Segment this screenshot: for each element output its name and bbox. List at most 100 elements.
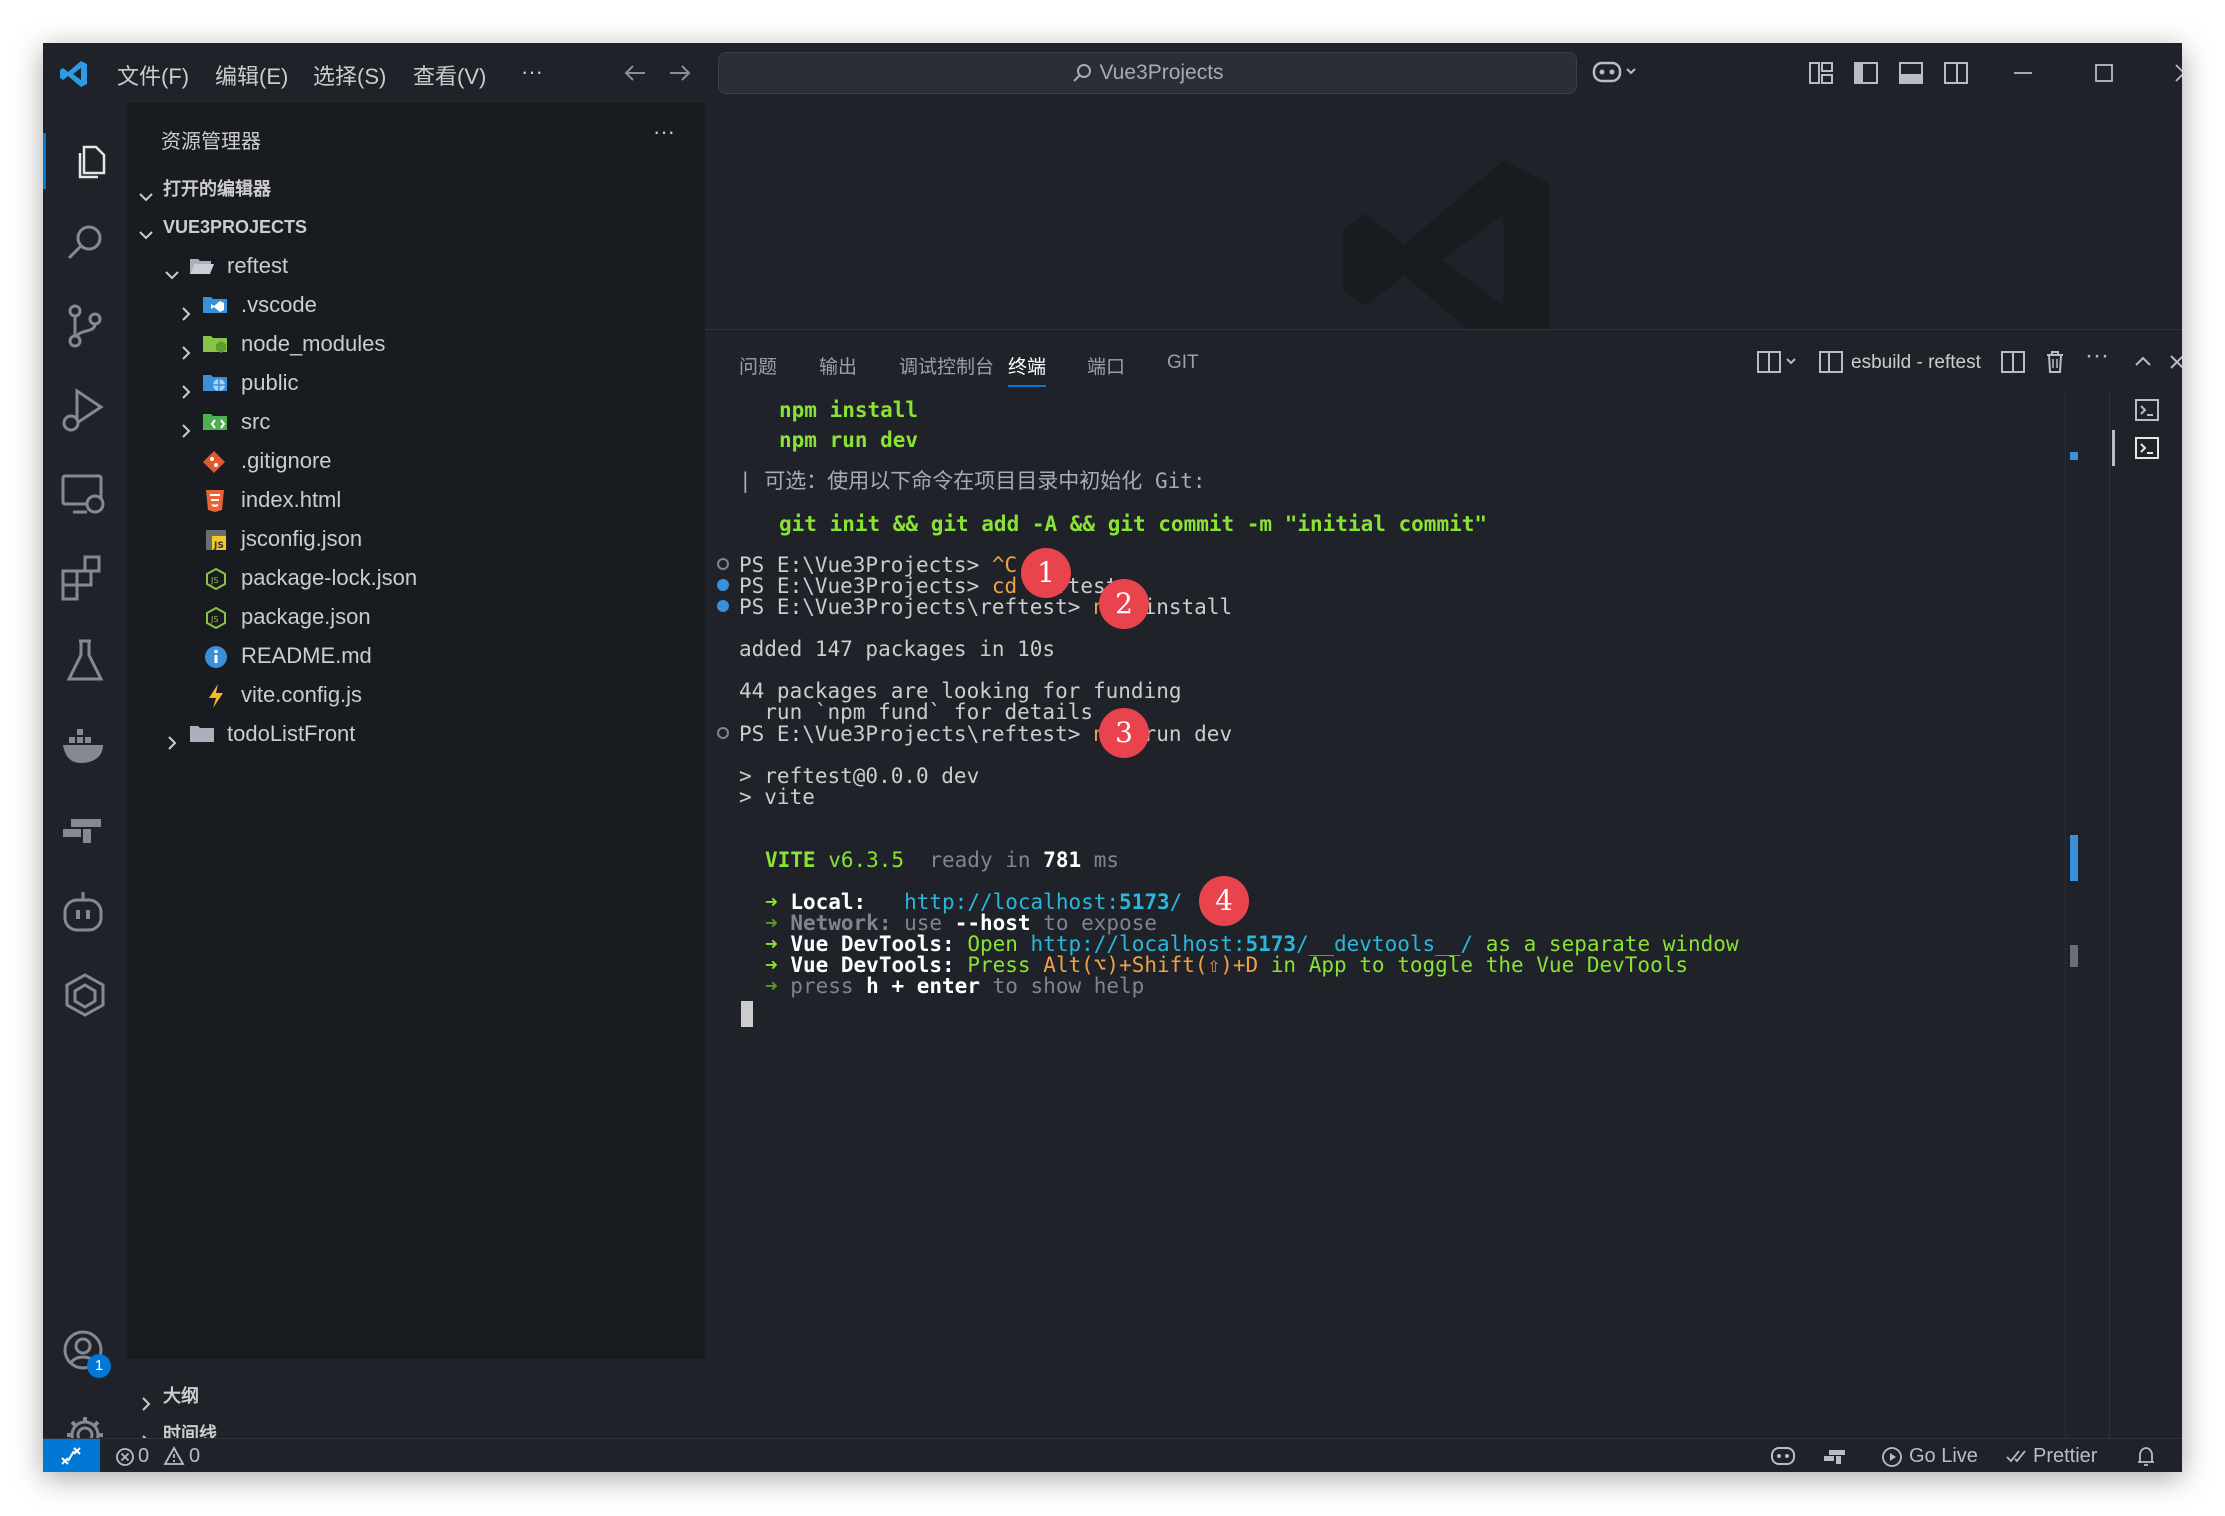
terminal-tab-icon[interactable] bbox=[2133, 396, 2161, 424]
gitlens-status-icon[interactable] bbox=[1821, 1444, 1849, 1468]
terminal-line: added 147 packages in 10s bbox=[739, 634, 1055, 664]
run-debug-icon[interactable] bbox=[57, 383, 113, 439]
folder-icon bbox=[189, 724, 215, 744]
explorer-more-actions[interactable]: ··· bbox=[653, 119, 675, 145]
cmd-text: npm install bbox=[779, 398, 919, 422]
arrow-left-icon[interactable] bbox=[621, 59, 649, 87]
search-icon bbox=[1071, 62, 1093, 84]
tab-debug-console[interactable]: 调试控制台 bbox=[899, 352, 994, 379]
tree-item-gitignore[interactable]: .gitignore bbox=[127, 442, 705, 480]
project-section[interactable]: VUE3PROJECTS bbox=[127, 208, 705, 246]
prettier-button[interactable]: Prettier bbox=[2033, 1445, 2097, 1468]
trash-icon[interactable] bbox=[2041, 348, 2069, 376]
menu-more[interactable]: ··· bbox=[521, 59, 543, 85]
tree-label: src bbox=[241, 409, 271, 434]
tree-item-vite-config[interactable]: vite.config.js bbox=[127, 676, 705, 714]
command-status-dot bbox=[717, 600, 729, 612]
menu-view[interactable]: 查看(V) bbox=[413, 59, 486, 91]
tab-terminal[interactable]: 终端 bbox=[1008, 352, 1047, 387]
warning-icon[interactable] bbox=[163, 1446, 185, 1466]
tab-git[interactable]: GIT bbox=[1167, 352, 1199, 374]
tree-label: package.json bbox=[241, 604, 371, 629]
tree-item-readme[interactable]: README.md bbox=[127, 637, 705, 675]
tree-label: todoListFront bbox=[227, 721, 356, 746]
customize-layout-icon[interactable] bbox=[1807, 59, 1835, 87]
maximize-icon[interactable] bbox=[2090, 59, 2118, 87]
close-window-icon[interactable] bbox=[2170, 59, 2182, 87]
minimize-icon[interactable] bbox=[2009, 59, 2037, 87]
remote-indicator[interactable] bbox=[43, 1439, 100, 1472]
toggle-secondary-sidebar-icon[interactable] bbox=[1942, 59, 1970, 87]
remote-explorer-icon[interactable] bbox=[57, 468, 113, 524]
kubernetes-icon[interactable] bbox=[57, 969, 113, 1025]
terminal-output[interactable]: npm install npm run dev | 可选：使用以下命令在项目目录… bbox=[705, 390, 2090, 1439]
ready-text: ready in bbox=[904, 848, 1044, 872]
terminal-tab-icon[interactable] bbox=[2133, 434, 2161, 462]
maximize-panel-icon[interactable] bbox=[2129, 348, 2157, 376]
terminal-line: PS E:\Vue3Projects\reftest> npm install bbox=[739, 592, 1232, 622]
git-file-icon bbox=[202, 450, 226, 474]
command-status-dot bbox=[717, 727, 729, 739]
tree-label: package-lock.json bbox=[241, 565, 418, 590]
testing-icon[interactable] bbox=[57, 635, 113, 691]
arrow-right-icon[interactable] bbox=[666, 59, 694, 87]
warning-count[interactable]: 0 bbox=[189, 1445, 200, 1468]
terminal-line: npm run dev bbox=[779, 425, 918, 455]
error-count[interactable]: 0 bbox=[138, 1445, 149, 1468]
tab-problems[interactable]: 问题 bbox=[739, 352, 777, 379]
tab-ports[interactable]: 端口 bbox=[1087, 352, 1125, 379]
help-text: press bbox=[777, 974, 867, 998]
copilot-chat-icon[interactable] bbox=[57, 886, 113, 942]
explorer-icon[interactable] bbox=[43, 133, 130, 189]
search-icon[interactable] bbox=[57, 216, 113, 272]
annotation-badge-1: 1 bbox=[1021, 548, 1071, 598]
info-icon bbox=[204, 645, 228, 669]
tree-item-node-modules[interactable]: node_modules bbox=[127, 325, 705, 363]
tree-item-todolistfront[interactable]: todoListFront bbox=[127, 715, 705, 753]
broadcast-icon[interactable] bbox=[1881, 1446, 1903, 1468]
chevron-right-icon bbox=[163, 726, 181, 764]
tree-item-src[interactable]: src bbox=[127, 403, 705, 441]
error-icon[interactable] bbox=[115, 1447, 135, 1467]
tree-item-public[interactable]: public bbox=[127, 364, 705, 402]
command-status-dot bbox=[717, 579, 729, 591]
prompt: PS E:\Vue3Projects\reftest> bbox=[739, 595, 1094, 619]
tree-label: index.html bbox=[241, 487, 342, 512]
active-terminal-indicator bbox=[2112, 430, 2115, 466]
command-center-search[interactable]: Vue3Projects bbox=[718, 52, 1577, 94]
gitlens-icon[interactable] bbox=[57, 803, 113, 859]
source-control-icon[interactable] bbox=[57, 299, 113, 355]
tree-item-reftest[interactable]: reftest bbox=[127, 247, 705, 285]
search-text: Vue3Projects bbox=[1099, 61, 1224, 84]
split-terminal-icon[interactable] bbox=[1999, 348, 2027, 376]
menu-file[interactable]: 文件(F) bbox=[117, 59, 189, 91]
toggle-primary-sidebar-icon[interactable] bbox=[1852, 59, 1880, 87]
tree-item-vscode[interactable]: .vscode bbox=[127, 286, 705, 324]
new-terminal-split-icon[interactable] bbox=[1755, 348, 1803, 376]
panel-more-icon[interactable]: ··· bbox=[2085, 342, 2109, 370]
extensions-icon[interactable] bbox=[57, 551, 113, 607]
menu-edit[interactable]: 编辑(E) bbox=[215, 59, 288, 91]
tab-output[interactable]: 输出 bbox=[819, 352, 857, 379]
terminal-instance-name[interactable]: esbuild - reftest bbox=[1851, 352, 1981, 374]
terminal-line: PS E:\Vue3Projects\reftest> npm run dev bbox=[739, 719, 1232, 749]
close-panel-icon[interactable] bbox=[2163, 348, 2182, 376]
tree-item-index-html[interactable]: index.html bbox=[127, 481, 705, 519]
bell-icon[interactable] bbox=[2135, 1445, 2157, 1469]
toggle-panel-icon[interactable] bbox=[1897, 59, 1925, 87]
accounts-icon[interactable]: 1 bbox=[57, 1326, 113, 1382]
tree-item-package-lock[interactable]: JS package-lock.json bbox=[127, 559, 705, 597]
docker-icon[interactable] bbox=[57, 719, 113, 775]
annotation-badge-3: 3 bbox=[1099, 708, 1149, 758]
copilot-icon[interactable] bbox=[1591, 57, 1639, 87]
node-folder-icon bbox=[202, 334, 228, 354]
open-editors-section[interactable]: 打开的编辑器 bbox=[127, 170, 705, 208]
tree-item-package-json[interactable]: JS package.json bbox=[127, 598, 705, 636]
help-keys: h + enter bbox=[866, 974, 980, 998]
vite-label: VITE bbox=[765, 848, 816, 872]
tree-item-jsconfig[interactable]: JS jsconfig.json bbox=[127, 520, 705, 558]
menu-selection[interactable]: 选择(S) bbox=[313, 59, 386, 91]
copilot-status-icon[interactable] bbox=[1769, 1444, 1797, 1468]
go-live-button[interactable]: Go Live bbox=[1909, 1445, 1978, 1468]
outline-section[interactable]: 大纲 bbox=[127, 1377, 705, 1415]
